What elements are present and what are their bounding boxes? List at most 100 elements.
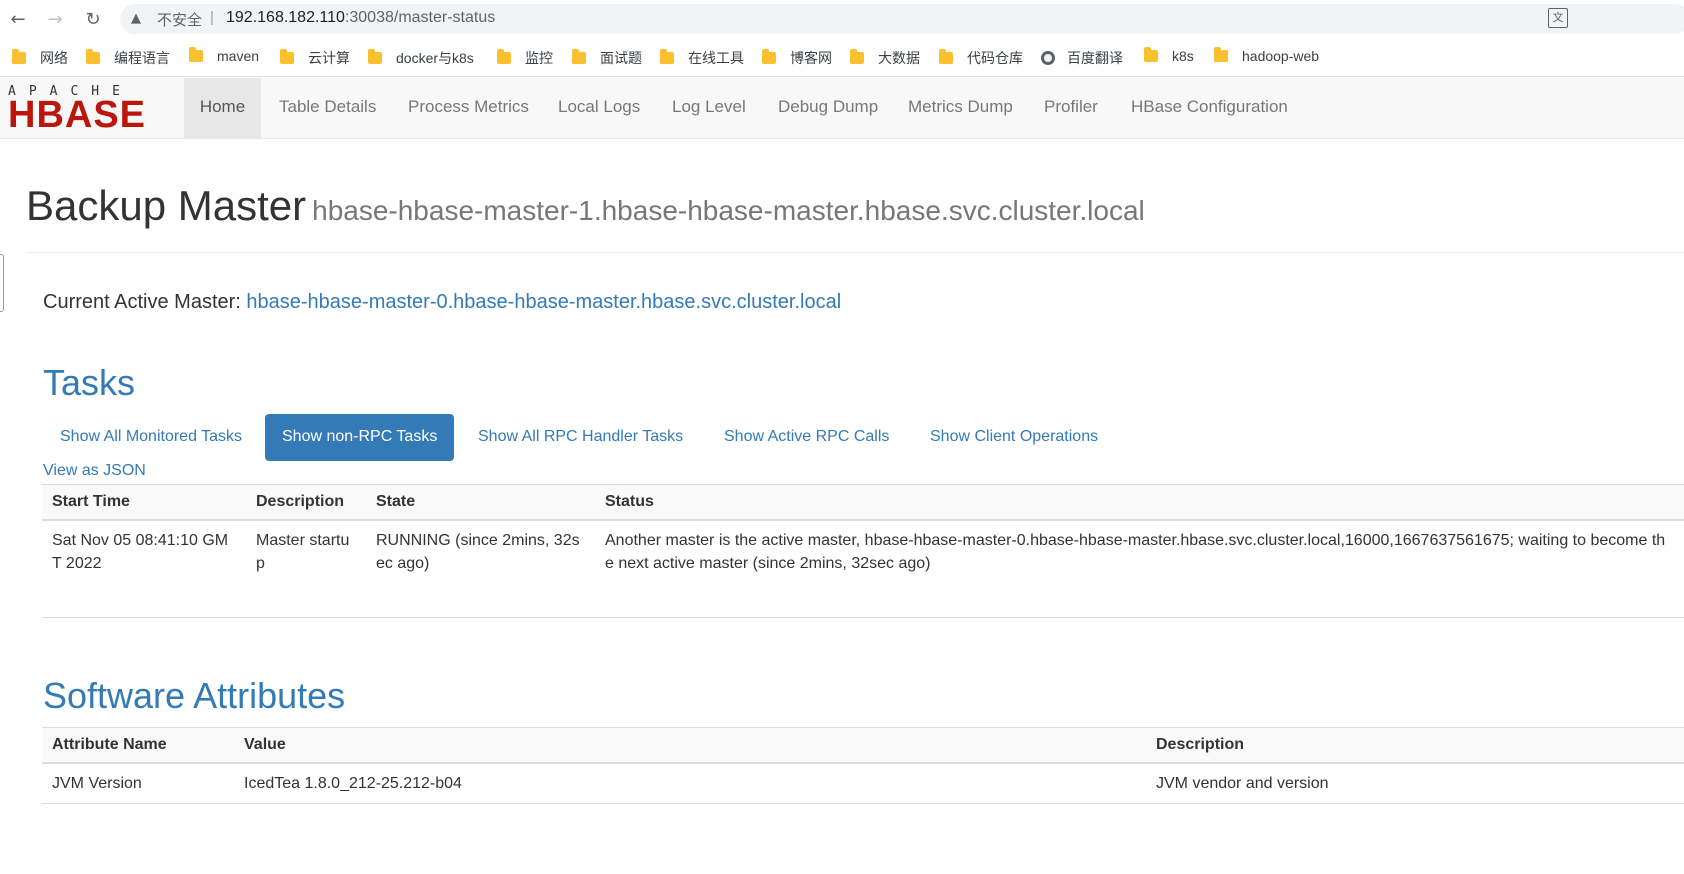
folder-icon (762, 49, 776, 64)
start-time-cell: Sat Nov 05 08:41:10 GMT 2022 (42, 520, 246, 618)
folder-icon (939, 49, 953, 64)
url-host: 192.168.182.110 (226, 9, 345, 26)
bookmark-folder[interactable]: 代码仓库 (939, 48, 1023, 68)
url-text[interactable]: 192.168.182.110:30038/master-status (226, 9, 495, 27)
table-row: Sat Nov 05 08:41:10 GMT 2022 Master star… (42, 520, 1684, 618)
software-attributes-heading: Software Attributes (43, 675, 346, 716)
folder-icon (497, 49, 511, 64)
bookmark-label: 在线工具 (688, 50, 744, 66)
tasks-header-row: Start Time Description State Status (42, 484, 1684, 521)
nav-debug-dump[interactable]: Debug Dump (778, 78, 878, 138)
tab-rpc-handler-tasks[interactable]: Show All RPC Handler Tasks (461, 414, 700, 461)
column-header[interactable]: Start Time (42, 484, 246, 521)
bookmark-folder[interactable]: docker与k8s (368, 48, 474, 68)
view-as-json-link[interactable]: View as JSON (43, 462, 146, 480)
hbase-logo[interactable]: APACHE HBASE (8, 85, 168, 135)
address-bar-row: ← → ↻ ▲ 不安全 | 192.168.182.110:30038/mast… (0, 0, 1684, 38)
nav-process-metrics[interactable]: Process Metrics (408, 78, 529, 138)
bookmark-label: 代码仓库 (967, 50, 1023, 66)
globe-icon (1041, 51, 1055, 65)
column-header[interactable]: Status (595, 484, 1684, 521)
bookmark-folder[interactable]: 在线工具 (660, 48, 744, 68)
active-master-label: Current Active Master: (43, 291, 247, 313)
bookmark-label: hadoop-web (1242, 48, 1320, 64)
attribute-value-cell: IcedTea 1.8.0_212-25.212-b04 (234, 763, 1146, 804)
folder-icon (1144, 47, 1158, 62)
tab-all-monitored-tasks[interactable]: Show All Monitored Tasks (43, 414, 259, 461)
translate-icon[interactable]: 文 (1548, 8, 1568, 28)
forward-arrow-icon[interactable]: → (44, 9, 66, 31)
folder-icon (850, 49, 864, 64)
tasks-table: Start Time Description State Status Sat … (42, 484, 1684, 618)
browser-chrome: ← → ↻ ▲ 不安全 | 192.168.182.110:30038/mast… (0, 0, 1684, 78)
bookmark-label: 面试题 (600, 50, 642, 66)
page-title-text: Backup Master (26, 182, 307, 229)
nav-local-logs[interactable]: Local Logs (558, 78, 640, 138)
nav-hbase-configuration[interactable]: HBase Configuration (1131, 78, 1288, 138)
nav-home[interactable]: Home (184, 78, 261, 138)
attribute-name-cell: JVM Version (42, 763, 234, 804)
top-navbar: APACHE HBASE Home Table Details Process … (0, 78, 1684, 139)
bookmark-label: 大数据 (878, 50, 920, 66)
page-subtitle: hbase-hbase-master-1.hbase-hbase-master.… (312, 195, 1145, 226)
state-cell: RUNNING (since 2mins, 32sec ago) (366, 520, 595, 618)
bookmark-folder[interactable]: 编程语言 (86, 48, 170, 68)
tab-active-rpc-calls[interactable]: Show Active RPC Calls (707, 414, 906, 461)
folder-icon (572, 49, 586, 64)
column-header: Value (234, 727, 1146, 764)
bookmark-label: 编程语言 (114, 50, 170, 66)
folder-icon (368, 49, 382, 64)
description-cell: Master startup (246, 520, 366, 618)
active-master-link[interactable]: hbase-hbase-master-0.hbase-hbase-master.… (246, 291, 841, 313)
tasks-heading: Tasks (43, 362, 136, 403)
folder-icon (86, 49, 100, 64)
folder-icon (660, 49, 674, 64)
bookmark-label: 监控 (525, 50, 553, 66)
bookmark-label: docker与k8s (396, 50, 474, 66)
url-port-path: :30038/master-status (344, 9, 496, 26)
back-arrow-icon[interactable]: ← (7, 9, 29, 31)
column-header: Attribute Name (42, 727, 234, 764)
bookmark-link[interactable]: 百度翻译 (1041, 48, 1123, 68)
attribute-description-cell: JVM vendor and version (1146, 763, 1684, 804)
warning-icon[interactable]: ▲ (131, 11, 141, 26)
tab-client-operations[interactable]: Show Client Operations (913, 414, 1115, 461)
bookmark-folder[interactable]: 面试题 (572, 48, 642, 68)
bookmark-folder[interactable]: 网络 (12, 48, 68, 68)
side-handle[interactable] (0, 254, 4, 312)
bookmark-folder[interactable]: maven (189, 47, 260, 68)
bookmark-folder[interactable]: hadoop-web (1214, 47, 1320, 68)
nav-profiler[interactable]: Profiler (1044, 78, 1098, 138)
nav-table-details[interactable]: Table Details (279, 78, 376, 138)
tab-non-rpc-tasks[interactable]: Show non-RPC Tasks (265, 414, 455, 461)
bookmark-folder[interactable]: 监控 (497, 48, 553, 68)
bookmark-folder[interactable]: 云计算 (280, 48, 350, 68)
folder-icon (1214, 47, 1228, 62)
status-cell: Another master is the active master, hba… (595, 520, 1684, 618)
bookmark-label: 博客网 (790, 50, 832, 66)
page-header: Backup Master hbase-hbase-master-1.hbase-… (26, 180, 1684, 253)
table-row: JVM Version IcedTea 1.8.0_212-25.212-b04… (42, 763, 1684, 804)
column-header[interactable]: State (366, 484, 595, 521)
bookmark-folder[interactable]: 博客网 (762, 48, 832, 68)
bookmark-label: 网络 (40, 50, 68, 66)
bookmark-label: 云计算 (308, 50, 350, 66)
folder-icon (189, 47, 203, 62)
software-header-row: Attribute Name Value Description (42, 727, 1684, 764)
reload-icon[interactable]: ↻ (82, 9, 104, 31)
folder-icon (280, 49, 294, 64)
folder-icon (12, 49, 26, 64)
column-header[interactable]: Description (246, 484, 366, 521)
insecure-label[interactable]: 不安全 (157, 9, 202, 30)
bookmark-label: maven (217, 48, 260, 64)
software-attributes-table: Attribute Name Value Description JVM Ver… (42, 727, 1684, 804)
current-active-master: Current Active Master: hbase-hbase-maste… (43, 291, 841, 314)
bookmark-folder[interactable]: 大数据 (850, 48, 920, 68)
url-separator: | (210, 9, 214, 26)
bookmark-folder[interactable]: k8s (1144, 47, 1194, 68)
bookmark-label: 百度翻译 (1067, 50, 1123, 66)
bookmarks-bar: 网络 编程语言 maven 云计算 docker与k8s 监控 面试题 在线工具… (0, 40, 1684, 77)
nav-log-level[interactable]: Log Level (672, 78, 746, 138)
column-header: Description (1146, 727, 1684, 764)
nav-metrics-dump[interactable]: Metrics Dump (908, 78, 1013, 138)
